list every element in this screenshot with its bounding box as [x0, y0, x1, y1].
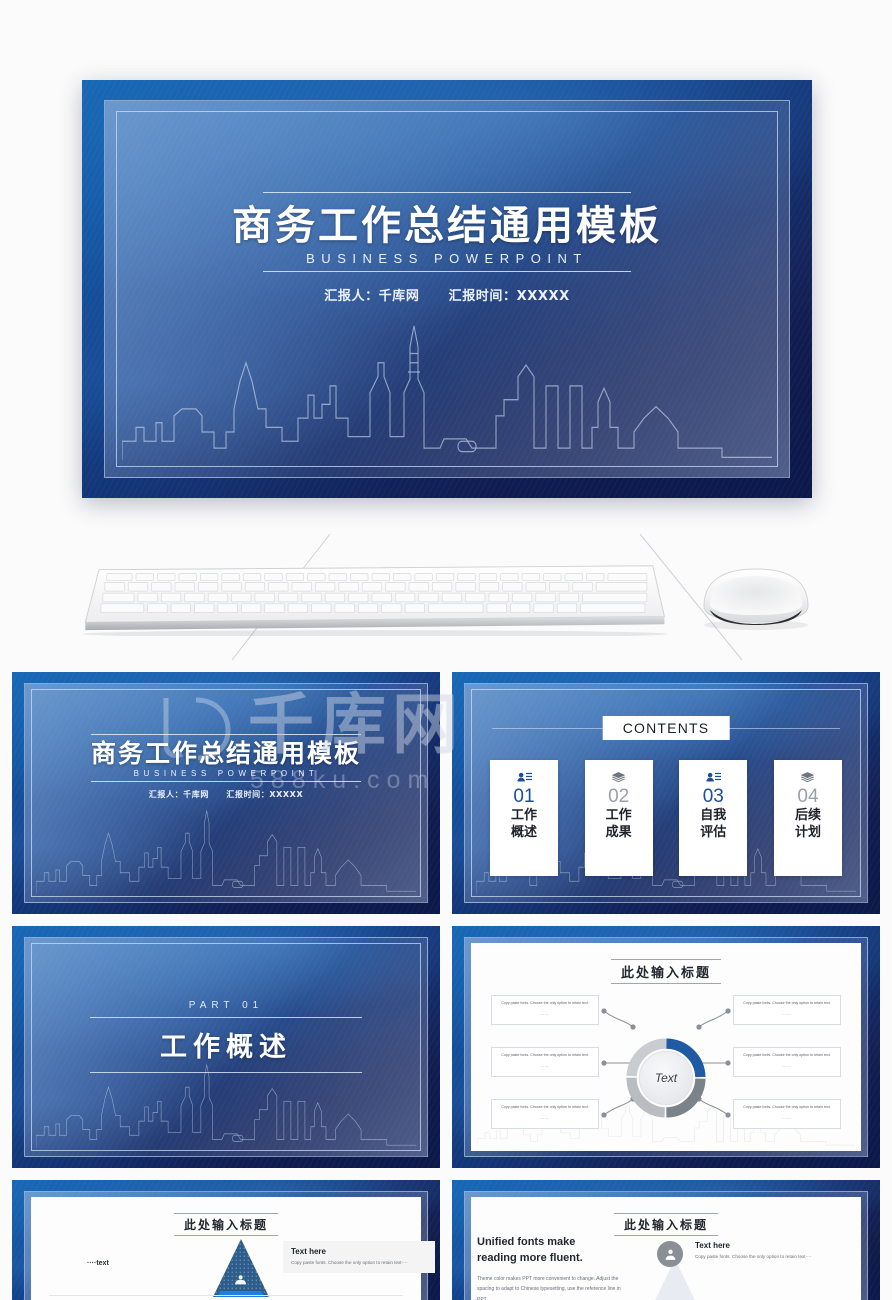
pyramid-side-label: ····text: [87, 1260, 109, 1267]
thumbnail-part-slide[interactable]: PART 01 工作概述: [12, 926, 440, 1168]
desk-scene: [0, 520, 892, 660]
fonts-headline-block: Unified fonts make reading more fluent. …: [477, 1235, 629, 1300]
slide-body: 此处输入标题 ····text Text here Copy paste fon…: [31, 1197, 435, 1300]
hero-reporter: 汇报人：千库网: [324, 289, 420, 304]
donut-center-label: Text: [654, 1071, 678, 1085]
layers-icon: [585, 769, 653, 785]
diagram-box-text: Copy paste fonts. Choose the only option…: [501, 1105, 589, 1109]
contents-card-line1: 后续: [794, 807, 821, 823]
hero-subtitle: BUSINESS POWERPOINT: [306, 251, 588, 266]
hero-title: 商务工作总结通用模板: [232, 203, 662, 249]
diagram-box-dash: ——: [782, 1115, 792, 1120]
contents-card-02[interactable]: 02 工作 成果: [584, 760, 653, 876]
pyramid-callout[interactable]: Text here Copy paste fonts. Choose the o…: [283, 1241, 435, 1274]
diagram-box-1[interactable]: Copy paste fonts. Choose the only option…: [491, 995, 599, 1025]
contents-card-list: 01 工作 概述 02 工作 成果 03 自我 评估 04 后续 计划: [490, 760, 842, 876]
contents-card-line1: 工作: [605, 807, 632, 823]
contact-card-icon: [679, 769, 747, 785]
page-title: 此处输入标题: [613, 1213, 718, 1236]
fonts-heading-line2: reading more fluent.: [477, 1251, 583, 1264]
diagram-box-4[interactable]: Copy paste fonts. Choose the only option…: [733, 995, 841, 1025]
city-skyline-illustration: [36, 802, 416, 894]
thumbnail-contents-slide[interactable]: CONTENTS 01 工作 概述 02 工作 成果 03 自我 评估 04 后…: [452, 672, 880, 914]
hero-meta: 汇报人：千库网 汇报时间：XXXXX: [82, 285, 812, 304]
hero-text-block: 商务工作总结通用模板 BUSINESS POWERPOINT 汇报人：千库网 汇…: [82, 192, 812, 304]
part-text-block: PART 01 工作概述: [12, 1000, 440, 1073]
hero-bottom-rule: [263, 271, 631, 272]
thumbnail-title-slide[interactable]: 商务工作总结通用模板 BUSINESS POWERPOINT 汇报人：千库网 汇…: [12, 672, 440, 914]
person-avatar-icon: [657, 1241, 683, 1267]
thumb-bottom-rule: [91, 781, 361, 783]
contents-card-01[interactable]: 01 工作 概述: [490, 760, 558, 876]
city-skyline-illustration: [122, 312, 772, 462]
diagram-box-dash: ——: [782, 1063, 792, 1068]
diagram-box-text: Copy paste fonts. Choose the only option…: [743, 1105, 831, 1109]
keyboard-icon: [62, 558, 678, 638]
part-bottom-rule: [90, 1072, 362, 1073]
part-top-rule: [90, 1017, 362, 1018]
thumbnail-fonts-slide[interactable]: 此处输入标题 Unified fonts make reading more f…: [452, 1180, 880, 1300]
diagram-box-text: Copy paste fonts. Choose the only option…: [743, 1053, 831, 1057]
donut-diagram: Text Copy paste fonts. Choose the only o…: [471, 943, 861, 1151]
slide-title-wrap: 此处输入标题: [31, 1213, 421, 1236]
callout-body: Copy paste fonts. Choose the only option…: [291, 1260, 408, 1265]
part-title: 工作概述: [160, 1032, 292, 1063]
thumb-title-text-block: 商务工作总结通用模板 BUSINESS POWERPOINT 汇报人：千库网 汇…: [12, 734, 440, 800]
layers-icon: [774, 769, 842, 785]
diagram-box-dash: ——: [782, 1011, 792, 1016]
poster-canvas: 商务工作总结通用模板 BUSINESS POWERPOINT 汇报人：千库网 汇…: [0, 0, 892, 1300]
slide-body: 此处输入标题 Text Copy paste fonts. Choose the…: [471, 943, 861, 1151]
fonts-body: Theme color makes PPT more convenient to…: [477, 1275, 621, 1300]
contents-card-line2: 概述: [510, 824, 537, 840]
contents-card-line2: 成果: [605, 824, 632, 840]
diagram-box-5[interactable]: Copy paste fonts. Choose the only option…: [733, 1047, 841, 1077]
hero-date: 汇报时间：XXXXX: [448, 289, 570, 304]
thumb-date: 汇报时间：XXXXX: [226, 790, 304, 800]
contents-heading: CONTENTS: [602, 716, 730, 740]
hero-slide: 商务工作总结通用模板 BUSINESS POWERPOINT 汇报人：千库网 汇…: [82, 80, 812, 498]
callout-heading: Text here: [291, 1247, 326, 1256]
diagram-box-dash: ——: [540, 1011, 550, 1016]
diagram-box-6[interactable]: Copy paste fonts. Choose the only option…: [733, 1099, 841, 1129]
thumb-top-rule: [91, 734, 361, 735]
contents-card-line1: 自我: [700, 807, 727, 823]
part-kicker: PART 01: [188, 1000, 264, 1011]
diagram-box-dash: ——: [540, 1063, 550, 1068]
thumbnail-pyramid-slide[interactable]: 此处输入标题 ····text Text here Copy paste fon…: [12, 1180, 440, 1300]
contents-card-04[interactable]: 04 后续 计划: [773, 760, 842, 876]
pyramid-icon: [213, 1239, 269, 1297]
fonts-heading-line1: Unified fonts make: [477, 1236, 576, 1248]
diagram-box-3[interactable]: Copy paste fonts. Choose the only option…: [491, 1099, 599, 1129]
diagram-box-text: Copy paste fonts. Choose the only option…: [743, 1001, 831, 1005]
contents-card-number: 01: [513, 786, 535, 807]
diagram-box-2[interactable]: Copy paste fonts. Choose the only option…: [491, 1047, 599, 1077]
diagram-box-dash: ——: [540, 1115, 550, 1120]
thumb-meta: 汇报人：千库网 汇报时间：XXXXX: [12, 789, 440, 800]
thumb-subtitle: BUSINESS POWERPOINT: [133, 769, 319, 779]
slide-title-wrap: 此处输入标题: [471, 1213, 861, 1236]
contents-card-line2: 计划: [794, 824, 821, 840]
hr-divider: [49, 1295, 403, 1296]
contents-card-03[interactable]: 03 自我 评估: [679, 760, 748, 876]
mouse-icon: [690, 562, 822, 632]
contents-card-number: 04: [797, 786, 819, 807]
hero-top-rule: [263, 192, 631, 193]
contents-card-line1: 工作: [510, 807, 537, 823]
thumb-reporter: 汇报人：千库网: [148, 790, 209, 800]
contents-card-line2: 评估: [700, 824, 727, 840]
contents-card-number: 03: [702, 786, 724, 807]
page-title: 此处输入标题: [173, 1213, 278, 1236]
diagram-box-text: Copy paste fonts. Choose the only option…: [501, 1001, 589, 1005]
callout-heading: Text here: [695, 1241, 730, 1250]
callout-body: Copy paste fonts. Choose the only option…: [695, 1254, 812, 1259]
contents-card-number: 02: [608, 786, 630, 807]
diagram-box-text: Copy paste fonts. Choose the only option…: [501, 1053, 589, 1057]
slide-body: 此处输入标题 Unified fonts make reading more f…: [471, 1197, 861, 1300]
thumb-title: 商务工作总结通用模板: [90, 739, 361, 768]
thumbnail-circle-diagram-slide[interactable]: 此处输入标题 Text Copy paste fonts. Choose the…: [452, 926, 880, 1168]
fonts-callout[interactable]: Text here Copy paste fonts. Choose the o…: [695, 1241, 861, 1261]
contact-card-icon: [490, 769, 558, 785]
